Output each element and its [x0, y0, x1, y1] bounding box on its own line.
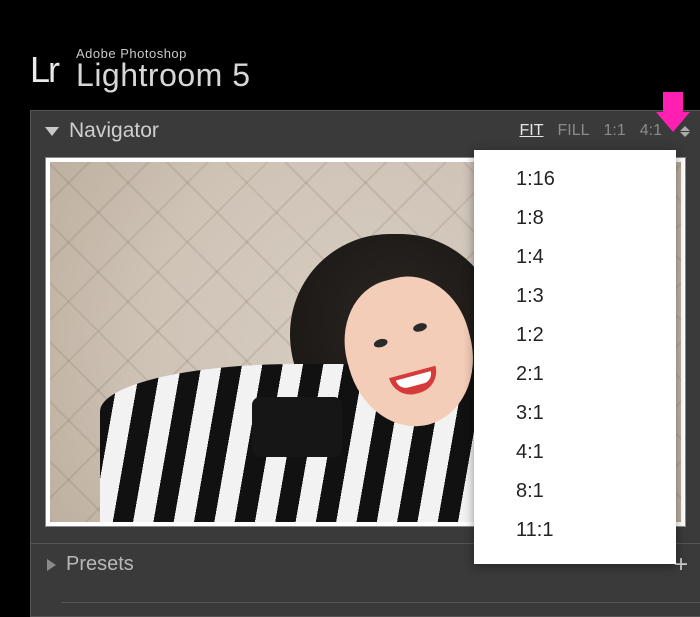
zoom-1to1-button[interactable]: 1:1 — [604, 122, 626, 140]
brand-text: Adobe Photoshop Lightroom 5 — [76, 46, 250, 94]
zoom-fit-button[interactable]: FIT — [519, 122, 543, 140]
zoom-menu-item[interactable]: 2:1 — [474, 355, 676, 394]
zoom-menu-item[interactable]: 11:1 — [474, 511, 676, 550]
zoom-menu-item[interactable]: 1:16 — [474, 160, 676, 199]
photo-eye-icon — [372, 338, 388, 349]
zoom-menu-item[interactable]: 1:4 — [474, 238, 676, 277]
photo-mouth-icon — [389, 366, 441, 400]
panel-bottom-strip — [61, 602, 700, 616]
brand-line-bottom: Lightroom 5 — [76, 57, 250, 94]
annotation-arrow-icon — [656, 92, 690, 134]
lightroom-logo: Lr — [30, 49, 58, 91]
photo-subject-camera — [252, 397, 342, 457]
left-rail — [0, 110, 30, 617]
add-preset-button[interactable]: + — [674, 551, 688, 579]
disclosure-triangle-collapsed-icon[interactable] — [47, 559, 56, 571]
navigator-title: Navigator — [69, 119, 519, 143]
photo-eye-icon — [412, 322, 428, 333]
disclosure-triangle-icon[interactable] — [45, 127, 59, 136]
zoom-menu-item[interactable]: 1:3 — [474, 277, 676, 316]
app-header: Lr Adobe Photoshop Lightroom 5 — [0, 0, 700, 110]
zoom-ratio-menu[interactable]: 1:16 1:8 1:4 1:3 1:2 2:1 3:1 4:1 8:1 11:… — [474, 150, 676, 564]
zoom-menu-item[interactable]: 8:1 — [474, 472, 676, 511]
zoom-menu-item[interactable]: 1:8 — [474, 199, 676, 238]
zoom-fill-button[interactable]: FILL — [557, 122, 589, 140]
zoom-menu-item[interactable]: 1:2 — [474, 316, 676, 355]
navigator-panel-header[interactable]: Navigator FIT FILL 1:1 4:1 — [31, 111, 700, 151]
presets-title: Presets — [66, 553, 134, 576]
zoom-menu-item[interactable]: 4:1 — [474, 433, 676, 472]
zoom-menu-item[interactable]: 3:1 — [474, 394, 676, 433]
